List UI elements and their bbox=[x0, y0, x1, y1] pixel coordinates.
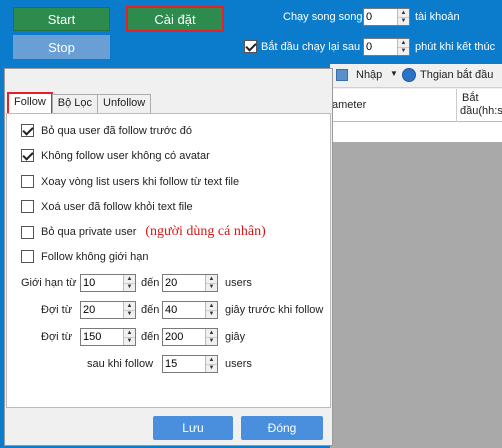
option-skip-followed[interactable]: Bỏ qua user đã follow trước đó bbox=[21, 124, 192, 137]
run-parallel-spinner[interactable]: 0 ▲ ▼ bbox=[363, 8, 410, 26]
option-rotate-list[interactable]: Xoay vòng list users khi follow từ text … bbox=[21, 175, 239, 188]
tab-unfollow[interactable]: Unfollow bbox=[97, 94, 152, 114]
wait-suffix: giây trước khi follow bbox=[225, 304, 324, 316]
column-parameter[interactable]: ameter bbox=[332, 99, 366, 111]
after-follow-suffix: users bbox=[225, 358, 252, 370]
annotation-text: (người dùng cá nhân) bbox=[145, 224, 266, 239]
import-button[interactable]: Nhập bbox=[356, 69, 382, 81]
wait-from-label: Đợi từ bbox=[41, 304, 73, 316]
spin-up-icon[interactable]: ▲ bbox=[124, 329, 135, 337]
import-icon[interactable] bbox=[336, 69, 348, 81]
checkbox-checked-icon[interactable] bbox=[21, 149, 34, 162]
checkbox-checked-icon[interactable] bbox=[244, 40, 257, 53]
save-button[interactable]: Lưu bbox=[153, 416, 233, 440]
option-no-avatar[interactable]: Không follow user không có avatar bbox=[21, 149, 210, 162]
tab-filter[interactable]: Bộ Lọc bbox=[51, 94, 99, 114]
limit-to-value[interactable]: 20 bbox=[163, 275, 205, 291]
option-unlimited[interactable]: Follow không giới hạn bbox=[21, 250, 149, 263]
run-parallel-value[interactable]: 0 bbox=[364, 9, 397, 25]
spin-down-icon[interactable]: ▼ bbox=[206, 282, 217, 291]
accounts-label: tài khoản bbox=[415, 11, 460, 23]
to-label: đến bbox=[141, 277, 160, 289]
checkbox-unchecked-icon[interactable] bbox=[21, 200, 34, 213]
option-label: Bỏ qua private user bbox=[41, 226, 137, 238]
to-label: đến bbox=[141, 331, 160, 343]
wait-to-spinner[interactable]: 40 ▲ ▼ bbox=[162, 301, 218, 319]
spin-down-icon[interactable]: ▼ bbox=[124, 336, 135, 345]
column-start-cont: đầu(hh:s bbox=[460, 105, 502, 117]
limit-from-label: Giới hạn từ bbox=[21, 277, 77, 289]
run-parallel-label: Chạy song song bbox=[283, 11, 363, 23]
spin-up-icon[interactable]: ▲ bbox=[398, 9, 409, 17]
limit-from-spinner[interactable]: 10 ▲ ▼ bbox=[80, 274, 136, 292]
tab-bar: Follow Bộ Lọc Unfollow bbox=[7, 92, 152, 114]
to-label: đến bbox=[141, 304, 160, 316]
background-table: ameter Bắt đầu(hh:s bbox=[330, 89, 502, 149]
spin-down-icon[interactable]: ▼ bbox=[124, 282, 135, 291]
wait-from-spinner[interactable]: 20 ▲ ▼ bbox=[80, 301, 136, 319]
close-button[interactable]: Đóng bbox=[241, 416, 323, 440]
spin-up-icon[interactable]: ▲ bbox=[124, 302, 135, 310]
settings-button[interactable]: Cài đặt bbox=[126, 6, 224, 32]
clock-icon[interactable] bbox=[402, 68, 416, 82]
background-window: Nhập ▼ Thgian bắt đầu ameter Bắt đầu(hh:… bbox=[330, 64, 502, 448]
wait2-from-value[interactable]: 150 bbox=[81, 329, 123, 345]
table-header: ameter Bắt đầu(hh:s bbox=[330, 89, 502, 122]
after-follow-label: sau khi follow bbox=[87, 358, 154, 370]
spin-up-icon[interactable]: ▲ bbox=[398, 39, 409, 47]
option-label: Bỏ qua user đã follow trước đó bbox=[41, 124, 192, 137]
checkbox-checked-icon[interactable] bbox=[21, 124, 34, 137]
limit-to-spinner[interactable]: 20 ▲ ▼ bbox=[162, 274, 218, 292]
restart-checkbox[interactable] bbox=[244, 40, 257, 53]
after-follow-spinner[interactable]: 15 ▲ ▼ bbox=[162, 355, 218, 373]
wait2-from-spinner[interactable]: 150 ▲ ▼ bbox=[80, 328, 136, 346]
spin-up-icon[interactable]: ▲ bbox=[206, 329, 217, 337]
spin-up-icon[interactable]: ▲ bbox=[206, 302, 217, 310]
option-label: Xoay vòng list users khi follow từ text … bbox=[41, 175, 240, 188]
checkbox-unchecked-icon[interactable] bbox=[21, 225, 34, 239]
spin-up-icon[interactable]: ▲ bbox=[124, 275, 135, 283]
spin-down-icon[interactable]: ▼ bbox=[398, 16, 409, 25]
start-button[interactable]: Start bbox=[13, 7, 110, 31]
start-time-button[interactable]: Thgian bắt đầu bbox=[420, 69, 493, 81]
background-toolbar: Nhập ▼ Thgian bắt đầu bbox=[330, 64, 502, 88]
background-gray-area bbox=[330, 142, 502, 448]
tab-follow[interactable]: Follow bbox=[7, 92, 53, 114]
column-divider bbox=[456, 89, 457, 122]
spin-up-icon[interactable]: ▲ bbox=[206, 356, 217, 364]
wait2-to-value[interactable]: 200 bbox=[163, 329, 205, 345]
option-skip-private[interactable]: Bỏ qua private user (người dùng cá nhân) bbox=[21, 224, 266, 240]
spin-down-icon[interactable]: ▼ bbox=[206, 336, 217, 345]
option-label: Xoá user đã follow khỏi text file bbox=[41, 200, 193, 213]
option-remove-followed[interactable]: Xoá user đã follow khỏi text file bbox=[21, 200, 193, 213]
spin-down-icon[interactable]: ▼ bbox=[206, 363, 217, 372]
spin-down-icon[interactable]: ▼ bbox=[124, 309, 135, 318]
wait2-from-label: Đợi từ bbox=[41, 331, 73, 343]
column-start[interactable]: Bắt bbox=[462, 92, 479, 104]
option-label: Follow không giới hạn bbox=[41, 250, 149, 263]
wait2-suffix: giây bbox=[225, 331, 246, 343]
restart-spinner[interactable]: 0 ▲ ▼ bbox=[363, 38, 410, 56]
checkbox-unchecked-icon[interactable] bbox=[21, 175, 34, 188]
users-label: users bbox=[225, 277, 252, 289]
restart-suffix: phút khi kết thúc bbox=[415, 41, 496, 53]
settings-dialog: Follow Bộ Lọc Unfollow Bỏ qua user đã fo… bbox=[4, 68, 333, 446]
stop-button[interactable]: Stop bbox=[13, 35, 110, 59]
restart-label: Bắt đầu chạy lại sau bbox=[261, 41, 361, 53]
spin-down-icon[interactable]: ▼ bbox=[206, 309, 217, 318]
after-follow-value[interactable]: 15 bbox=[163, 356, 205, 372]
limit-from-value[interactable]: 10 bbox=[81, 275, 123, 291]
wait2-to-spinner[interactable]: 200 ▲ ▼ bbox=[162, 328, 218, 346]
import-dropdown-icon[interactable]: ▼ bbox=[390, 69, 398, 78]
spin-up-icon[interactable]: ▲ bbox=[206, 275, 217, 283]
restart-value[interactable]: 0 bbox=[364, 39, 397, 55]
follow-panel: Bỏ qua user đã follow trước đó Không fol… bbox=[6, 113, 331, 408]
wait-from-value[interactable]: 20 bbox=[81, 302, 123, 318]
checkbox-unchecked-icon[interactable] bbox=[21, 250, 34, 263]
option-label: Không follow user không có avatar bbox=[41, 149, 210, 162]
spin-down-icon[interactable]: ▼ bbox=[398, 46, 409, 55]
wait-to-value[interactable]: 40 bbox=[163, 302, 205, 318]
